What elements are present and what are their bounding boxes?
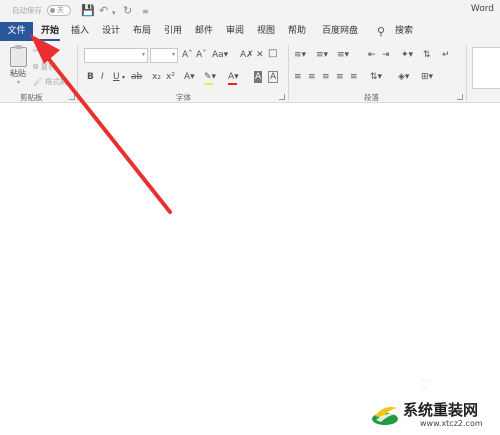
underline-dropdown-icon[interactable]: ▾: [122, 72, 125, 84]
clipboard-group-label: 剪贴板: [20, 93, 43, 102]
ribbon-tabs: 文件 开始 插入 设计 布局 引用 邮件 审阅 视图 帮助 百度网盘 ⚲ 搜索: [0, 22, 500, 41]
font-size-combobox[interactable]: ▾: [150, 48, 178, 63]
autosave-toggle[interactable]: 关: [47, 5, 71, 16]
tab-insert[interactable]: 插入: [68, 22, 92, 41]
paste-dropdown-icon[interactable]: ▾: [17, 77, 20, 89]
title-bar: 自动保存 关 💾 ↶ ▾ ↻ ≡ Word: [0, 0, 500, 22]
font-color-icon[interactable]: A▾: [228, 71, 239, 83]
subscript-icon[interactable]: x₂: [152, 71, 161, 83]
customize-toolbar-icon[interactable]: ≡: [142, 5, 149, 18]
watermark-url: www.xtcz2.com: [420, 419, 483, 428]
copy-label: 复制: [40, 62, 56, 71]
font-group-label: 字体: [176, 93, 191, 102]
app-title: Word: [470, 4, 494, 14]
paste-icon[interactable]: [10, 45, 27, 67]
shading-icon[interactable]: ◈▾: [398, 71, 409, 83]
font-name-combobox[interactable]: ▾: [84, 48, 148, 63]
chevron-down-icon: ▾: [141, 51, 145, 58]
cut-button[interactable]: ✂ 剪切: [33, 45, 57, 56]
heart-icon: ♡: [419, 378, 431, 393]
format-painter-label: 格式刷: [44, 77, 68, 86]
bold-icon[interactable]: B: [87, 71, 94, 83]
borders-icon[interactable]: ⊞▾: [421, 71, 433, 83]
clear-formatting-icon[interactable]: A✗: [240, 49, 254, 61]
highlight-color-swatch: [204, 83, 213, 85]
highlight-color-icon[interactable]: ✎▾: [204, 71, 216, 83]
site-watermark: 系统重装网 www.xtcz2.com: [370, 395, 500, 435]
sort-icon[interactable]: ⇅: [423, 49, 431, 61]
undo-icon[interactable]: ↶: [99, 4, 108, 17]
tab-view[interactable]: 视图: [254, 22, 278, 41]
watermark-logo-icon: [372, 407, 398, 425]
shrink-font-icon[interactable]: Aˇ: [196, 49, 207, 61]
font-launcher-icon[interactable]: [279, 94, 285, 100]
strikethrough-icon[interactable]: ab: [131, 71, 142, 83]
group-separator: [288, 45, 289, 101]
search-box[interactable]: 搜索: [392, 22, 416, 41]
copy-button[interactable]: ⧉ 复制: [33, 61, 56, 72]
underline-icon[interactable]: U: [113, 71, 120, 83]
chevron-down-icon: ▾: [171, 51, 175, 58]
save-icon[interactable]: 💾: [81, 4, 95, 17]
distributed-icon[interactable]: ≡: [350, 71, 358, 83]
align-right-icon[interactable]: ≡: [322, 71, 330, 83]
styles-gallery[interactable]: [472, 47, 500, 89]
ribbon-home: 粘贴 ▾ ✂ 剪切 ⧉ 复制 🖌 格式刷 剪贴板 ▾ ▾ Aˆ Aˇ Aa▾ A…: [0, 41, 500, 103]
bullets-icon[interactable]: ≡▾: [294, 49, 306, 61]
multilevel-list-icon[interactable]: ≡▾: [337, 49, 349, 61]
group-separator: [77, 45, 78, 101]
enclose-characters-icon[interactable]: A: [268, 71, 279, 83]
tab-references[interactable]: 引用: [161, 22, 185, 41]
autosave-label: 自动保存: [12, 6, 42, 15]
tab-home[interactable]: 开始: [38, 22, 62, 41]
change-case-icon[interactable]: Aa▾: [212, 49, 228, 61]
chinese-layout-icon[interactable]: ✦▾: [401, 49, 413, 61]
tab-baidu-netdisk[interactable]: 百度网盘: [318, 22, 362, 41]
tab-help[interactable]: 帮助: [285, 22, 309, 41]
grow-font-icon[interactable]: Aˆ: [182, 49, 193, 61]
paragraph-launcher-icon[interactable]: [457, 94, 463, 100]
search-icon[interactable]: ⚲: [377, 25, 385, 38]
font-color-swatch: [228, 83, 237, 85]
undo-dropdown-icon[interactable]: ▾: [112, 7, 116, 20]
group-separator: [466, 45, 467, 101]
superscript-icon[interactable]: x²: [166, 71, 175, 83]
tab-mailings[interactable]: 邮件: [192, 22, 216, 41]
toggle-knob: [50, 8, 55, 13]
decrease-indent-icon[interactable]: ⇤: [368, 49, 376, 61]
format-painter-button[interactable]: 🖌 格式刷: [33, 76, 67, 87]
tab-file[interactable]: 文件: [0, 22, 33, 41]
italic-icon[interactable]: I: [101, 71, 104, 83]
increase-indent-icon[interactable]: ⇥: [382, 49, 390, 61]
align-center-icon[interactable]: ≡: [308, 71, 316, 83]
justify-icon[interactable]: ≡: [336, 71, 344, 83]
cut-label: 剪切: [41, 46, 57, 55]
phonetic-guide-icon[interactable]: ✕: [256, 49, 264, 61]
tab-design[interactable]: 设计: [99, 22, 123, 41]
text-effects-icon[interactable]: A▾: [184, 71, 195, 83]
tab-review[interactable]: 审阅: [223, 22, 247, 41]
align-left-icon[interactable]: ≡: [294, 71, 302, 83]
character-border-icon[interactable]: □: [268, 48, 277, 60]
autosave-state: 关: [57, 6, 64, 14]
numbering-icon[interactable]: ≡▾: [316, 49, 328, 61]
tab-layout[interactable]: 布局: [130, 22, 154, 41]
character-shading-icon[interactable]: A: [254, 71, 263, 83]
clipboard-launcher-icon[interactable]: [69, 94, 75, 100]
line-spacing-icon[interactable]: ⇅▾: [370, 71, 382, 83]
show-marks-icon[interactable]: ↵: [442, 49, 450, 61]
paragraph-group-label: 段落: [364, 93, 379, 102]
watermark-name: 系统重装网: [403, 401, 479, 419]
redo-icon[interactable]: ↻: [123, 4, 132, 17]
